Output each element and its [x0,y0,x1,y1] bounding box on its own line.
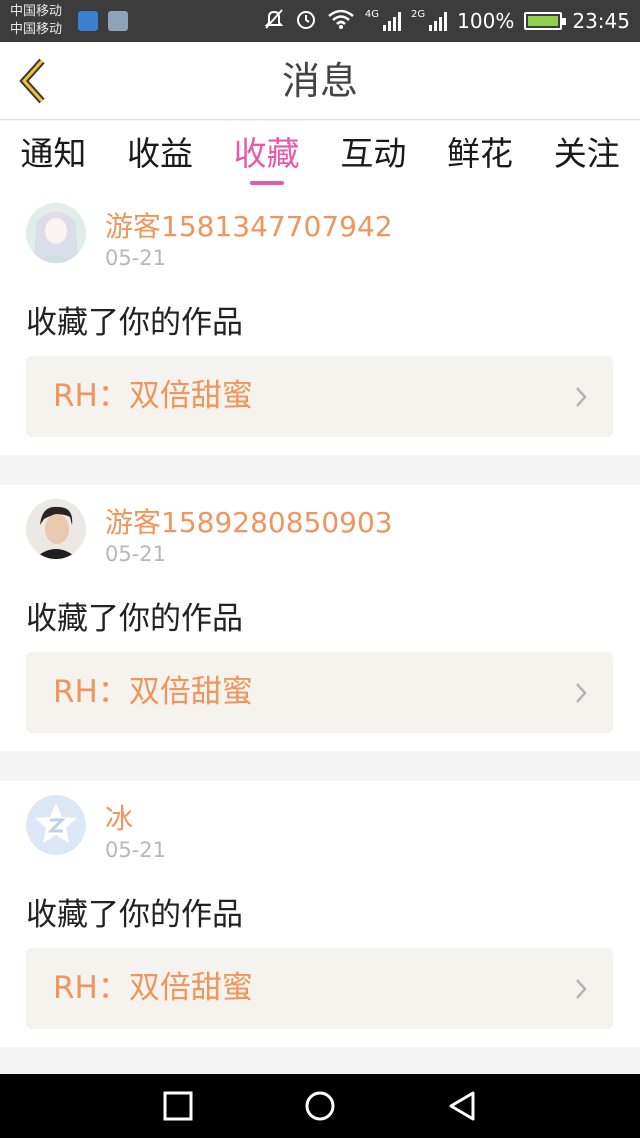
tab-following[interactable]: 关注 [533,121,640,189]
username[interactable]: 冰 [105,797,133,837]
avatar[interactable] [26,795,86,855]
status-bar: 中国移动 中国移动 4G 2G 100% 23:45 [0,0,640,42]
carrier-1: 中国移动 [10,4,63,19]
tab-earnings[interactable]: 收益 [107,121,214,189]
work-title: RH：双倍甜蜜 [53,378,253,414]
battery-icon [524,12,567,30]
message-date: 05-21 [105,246,167,270]
back-triangle-icon[interactable] [446,1090,478,1122]
status-icons: 4G 2G 100% 23:45 [263,0,630,42]
chevron-right-icon [576,979,587,999]
gallery-notification-icon [108,11,128,31]
signal-bars-2-icon [429,11,448,31]
carrier-2: 中国移动 [10,22,63,37]
message-text: 收藏了你的作品 [26,601,243,637]
work-title: RH：双倍甜蜜 [53,674,253,710]
category-tabs: 通知 收益 收藏 互动 鲜花 关注 [0,121,640,189]
work-link[interactable]: RH：双倍甜蜜 [26,356,613,437]
carrier-labels: 中国移动 中国移动 [10,3,62,39]
battery-percent: 100% [457,9,515,33]
recents-square-icon[interactable] [162,1090,194,1122]
message-card: 游客1589280850903 05-21 收藏了你的作品 RH：双倍甜蜜 [0,485,640,751]
chevron-right-icon [576,387,587,407]
message-date: 05-21 [105,838,167,862]
health-app-notification-icon [78,11,98,31]
tab-flowers[interactable]: 鲜花 [427,121,534,189]
work-link[interactable]: RH：双倍甜蜜 [26,948,613,1029]
alarm-icon [295,8,317,35]
system-navigation-bar [0,1074,640,1138]
work-title: RH：双倍甜蜜 [53,970,253,1006]
network-type-2: 2G [411,8,426,20]
message-text: 收藏了你的作品 [26,305,243,341]
message-text: 收藏了你的作品 [26,897,243,933]
chevron-right-icon [576,683,587,703]
app-bar: 消息 [0,42,640,120]
work-link[interactable]: RH：双倍甜蜜 [26,652,613,733]
page-title: 消息 [281,59,358,103]
message-date: 05-21 [105,542,167,566]
clock: 23:45 [572,9,630,33]
avatar[interactable] [26,203,86,263]
network-type-1: 4G [364,8,380,20]
signal-bars-icon [383,11,402,31]
mute-icon [263,8,285,35]
username[interactable]: 游客1581347707942 [105,205,393,245]
message-card: 游客1581347707942 05-21 收藏了你的作品 RH：双倍甜蜜 [0,189,640,455]
message-card: 冰 05-21 收藏了你的作品 RH：双倍甜蜜 [0,781,640,1047]
wifi-icon [327,8,355,35]
tab-interactions[interactable]: 互动 [320,121,427,189]
avatar[interactable] [26,499,86,559]
home-circle-icon[interactable] [304,1090,336,1122]
username[interactable]: 游客1589280850903 [105,501,393,541]
tab-favorites[interactable]: 收藏 [213,121,320,189]
message-list: 游客1581347707942 05-21 收藏了你的作品 RH：双倍甜蜜 游客… [0,189,640,1077]
tab-notifications[interactable]: 通知 [0,121,107,189]
